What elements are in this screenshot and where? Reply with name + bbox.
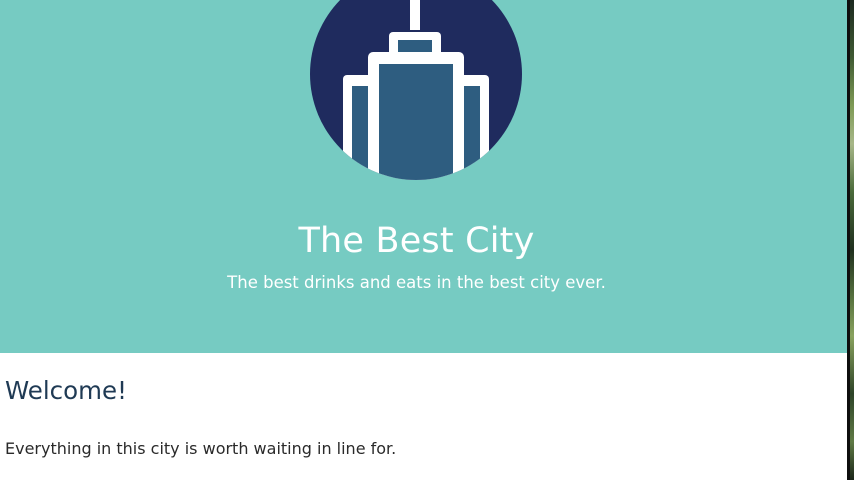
site-tagline: The best drinks and eats in the best cit… (227, 273, 606, 292)
skyscraper-icon (310, 0, 522, 180)
hero-banner: The Best City The best drinks and eats i… (0, 0, 847, 353)
page: The Best City The best drinks and eats i… (0, 0, 847, 480)
background-window-strip (850, 0, 854, 480)
browser-viewport: The Best City The best drinks and eats i… (0, 0, 854, 480)
welcome-text: Everything in this city is worth waiting… (5, 439, 397, 458)
site-title: The Best City (298, 221, 535, 261)
welcome-heading: Welcome! (5, 376, 127, 405)
